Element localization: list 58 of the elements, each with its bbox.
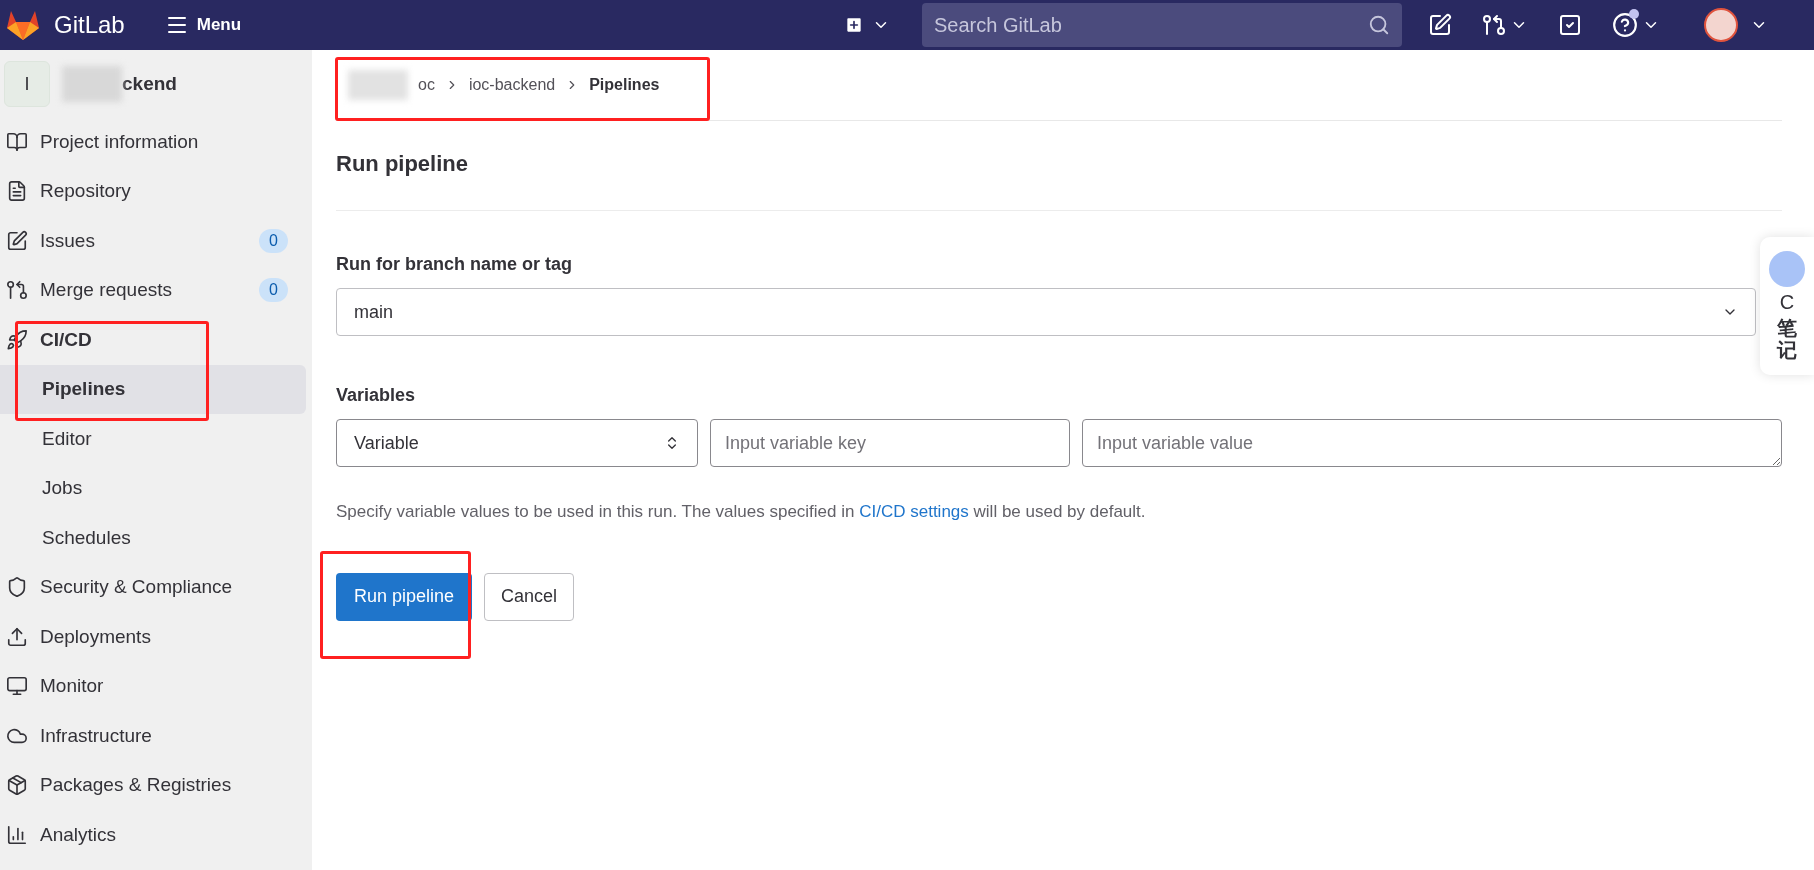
book-icon bbox=[6, 130, 28, 153]
sidebar-item[interactable]: Deployments bbox=[0, 612, 312, 662]
breadcrumb-link[interactable]: Pipelines bbox=[589, 73, 660, 97]
package-icon bbox=[6, 774, 28, 797]
todo-icon[interactable] bbox=[1558, 13, 1582, 37]
upload-icon bbox=[6, 625, 28, 648]
search-icon bbox=[1368, 14, 1390, 36]
sidebar-item[interactable]: Merge requests 0 bbox=[0, 265, 312, 315]
shield-icon bbox=[6, 576, 28, 599]
sidebar-item[interactable]: Issues 0 bbox=[0, 216, 312, 266]
monitor-icon bbox=[6, 675, 28, 698]
document-icon bbox=[6, 180, 28, 203]
issues-icon bbox=[6, 229, 28, 252]
project-avatar[interactable]: I bbox=[4, 61, 50, 107]
page-title: Run pipeline bbox=[336, 150, 469, 178]
variable-type-select[interactable]: Variable bbox=[336, 419, 698, 467]
sidebar-item[interactable]: Packages & Registries bbox=[0, 760, 312, 810]
blurred-patch bbox=[348, 70, 408, 100]
search-field[interactable]: Search GitLab bbox=[922, 3, 1402, 47]
project-name[interactable]: ckend bbox=[122, 69, 177, 99]
plus-icon bbox=[844, 15, 864, 35]
help-icon bbox=[1612, 12, 1638, 38]
sidebar-item[interactable]: Repository bbox=[0, 166, 312, 216]
issues-icon[interactable] bbox=[1428, 13, 1452, 37]
breadcrumb-link[interactable]: ioc-backend bbox=[468, 73, 556, 97]
count-badge: 0 bbox=[259, 228, 288, 253]
rocket-icon bbox=[6, 328, 28, 351]
help-text: Specify variable values to be used in this run. The values specified in CI/CD settings will be used by default. bbox=[336, 501, 1147, 523]
chart-icon bbox=[6, 823, 28, 846]
notebook-icon bbox=[1769, 251, 1805, 287]
fox-logo-icon[interactable] bbox=[6, 9, 40, 41]
sidebar-subitem[interactable]: Editor bbox=[0, 414, 306, 464]
variable-key-input[interactable]: Input variable key bbox=[710, 419, 1070, 467]
field-label: Variables bbox=[336, 384, 417, 407]
widget-letter: C bbox=[1779, 291, 1795, 313]
merge-request-icon bbox=[6, 279, 28, 302]
sidebar-subitem[interactable]: Pipelines bbox=[0, 364, 306, 414]
sidebar-item[interactable]: Infrastructure bbox=[0, 711, 312, 761]
sidebar-subitem[interactable]: Schedules bbox=[0, 513, 306, 563]
note-widget[interactable]: C 笔记 bbox=[1760, 237, 1814, 375]
cancel-button[interactable]: Cancel bbox=[484, 572, 575, 621]
breadcrumb-link[interactable]: oc bbox=[418, 73, 435, 97]
field-label: Run for branch name or tag bbox=[336, 253, 574, 276]
count-badge: 0 bbox=[259, 278, 288, 303]
branch-select[interactable]: main bbox=[336, 288, 1756, 336]
variable-value-input[interactable]: Input variable value bbox=[1082, 419, 1782, 467]
run-pipeline-button[interactable]: Run pipeline bbox=[336, 572, 473, 621]
sidebar-subitem[interactable]: Jobs bbox=[0, 463, 306, 513]
sidebar-item[interactable]: Monitor bbox=[0, 661, 312, 711]
merge-request-icon bbox=[1482, 13, 1506, 37]
widget-label: 笔记 bbox=[1777, 317, 1797, 361]
sidebar-item[interactable]: Project information bbox=[0, 117, 312, 167]
sidebar-item[interactable]: Security & Compliance bbox=[0, 562, 312, 612]
settings-link[interactable]: CI/CD settings bbox=[859, 502, 969, 521]
brand-name[interactable]: GitLab bbox=[54, 7, 125, 43]
menu-button[interactable]: Menu bbox=[164, 12, 242, 38]
sidebar-item[interactable]: Analytics bbox=[0, 810, 312, 860]
sidebar-item[interactable]: CI/CD bbox=[0, 315, 312, 365]
